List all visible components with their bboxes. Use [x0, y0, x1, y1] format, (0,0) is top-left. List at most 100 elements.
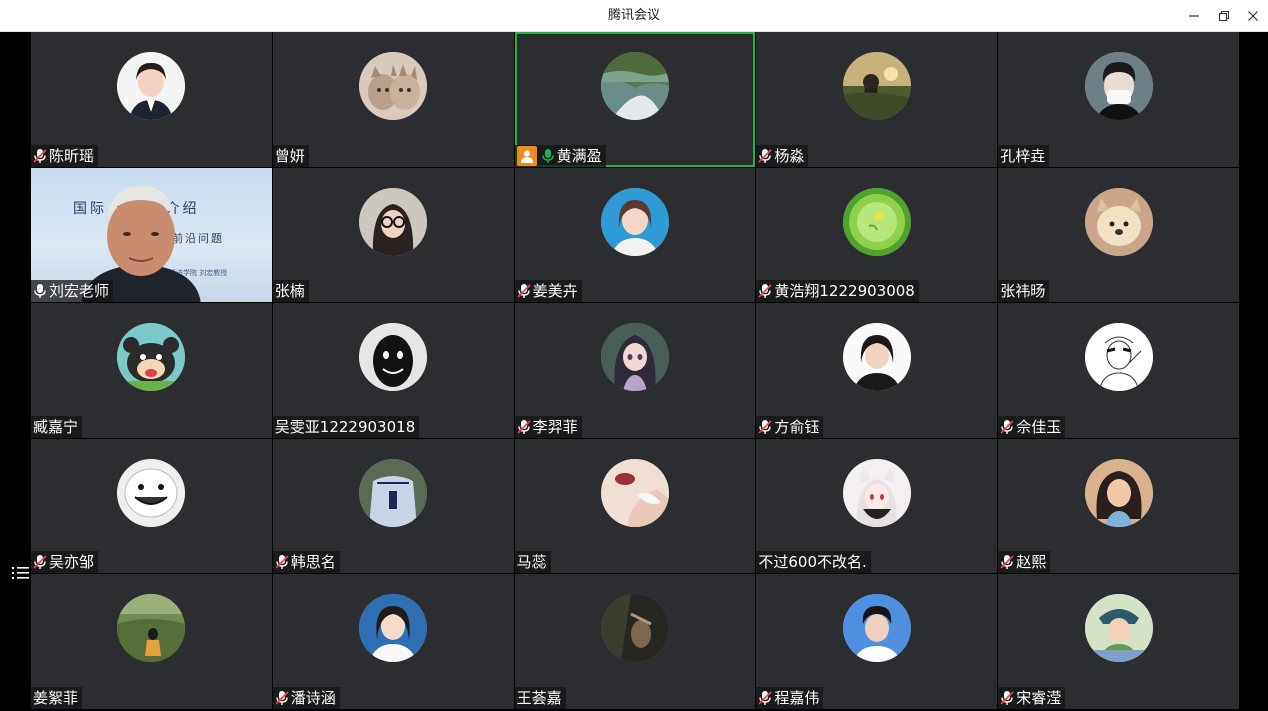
participant-name: 李羿菲 [532, 417, 578, 436]
avatar-image-icon [600, 458, 669, 527]
participant-avatar [117, 323, 186, 392]
avatar-image-icon [359, 323, 428, 392]
participant-avatar [359, 187, 428, 256]
participant-avatar [117, 52, 186, 120]
participant-grid: 陈昕瑶 曾妍 黄满盈 杨淼 孔梓垚国际 易专业介绍贸易前沿问题经济学院 刘宏教授刘宏老师… [31, 32, 1239, 709]
participant-avatar [842, 323, 911, 392]
mic-muted-icon [275, 555, 289, 570]
participant-avatar [600, 187, 669, 256]
list-menu-icon [12, 567, 29, 579]
participant-avatar [1084, 52, 1153, 120]
avatar-image-icon [842, 187, 911, 256]
participant-name: 方俞钰 [774, 417, 820, 436]
participant-avatar [600, 323, 669, 392]
participant-avatar [359, 594, 428, 663]
mic-muted-icon [275, 691, 289, 705]
participant-list-toggle[interactable] [10, 562, 32, 584]
participant-avatar [842, 594, 911, 663]
participant-nameplate: 潘诗涵 [272, 687, 340, 709]
mic-muted-icon [1000, 691, 1014, 705]
avatar-image-icon [1084, 594, 1153, 663]
participant-nameplate: 臧嘉宁 [31, 415, 83, 438]
participant-avatar [117, 458, 186, 527]
participant-tile[interactable]: 韩思名 [272, 438, 514, 574]
participant-tile[interactable]: 姜美卉 [514, 167, 756, 303]
restore-icon [1218, 10, 1230, 22]
participant-tile[interactable]: 马蕊 [514, 438, 756, 574]
avatar-image-icon [600, 52, 669, 120]
participant-tile[interactable]: 姜絮菲 [31, 574, 272, 709]
participant-tile[interactable]: 王荟嘉 [514, 574, 756, 709]
participant-tile[interactable]: 赵熙 [998, 438, 1239, 574]
participant-tile[interactable]: 程嘉伟 [756, 574, 998, 709]
minimize-button[interactable] [1180, 4, 1208, 28]
host-badge [516, 145, 537, 166]
participant-name: 不过600不改名. [758, 553, 867, 572]
participant-tile[interactable]: 曾妍 [272, 32, 514, 167]
participant-name: 刘宏老师 [49, 282, 110, 301]
restore-button[interactable] [1210, 4, 1238, 28]
participant-tile[interactable]: 不过600不改名. [756, 438, 998, 574]
participant-name: 王荟嘉 [516, 689, 562, 707]
mic-muted-icon [33, 148, 47, 163]
mic-muted-icon [758, 419, 773, 434]
mic-on-icon [34, 284, 46, 299]
participant-name: 臧嘉宁 [33, 417, 79, 436]
participant-nameplate: 姜美卉 [514, 280, 582, 303]
mic-muted-icon [758, 691, 773, 705]
participant-name: 韩思名 [290, 553, 336, 572]
participant-tile[interactable]: 黄满盈 [514, 32, 756, 167]
participant-tile[interactable]: 吴雯亚1222903018 [272, 303, 514, 438]
participant-avatar [359, 323, 428, 392]
avatar-image-icon [359, 52, 428, 120]
participant-avatar [1084, 323, 1153, 392]
participant-tile[interactable]: 张楠 [272, 167, 514, 303]
participant-nameplate: 佘佳玉 [998, 415, 1066, 438]
avatar-image-icon [600, 323, 669, 392]
participant-nameplate: 马蕊 [514, 551, 551, 574]
participant-nameplate: 宋睿滢 [998, 687, 1066, 709]
title-bar: 腾讯会议 [0, 0, 1268, 32]
host-person-icon [520, 150, 533, 163]
participant-name: 姜絮菲 [33, 689, 79, 707]
mic-on-icon [541, 148, 554, 163]
participant-tile[interactable]: 潘诗涵 [272, 574, 514, 709]
participant-avatar [117, 594, 186, 663]
participant-tile[interactable]: 陈昕瑶 [31, 32, 272, 167]
participant-nameplate: 方俞钰 [756, 415, 824, 438]
participant-name: 陈昕瑶 [49, 146, 95, 165]
mic-muted-icon [758, 284, 773, 299]
participant-tile[interactable]: 宋睿滢 [998, 574, 1239, 709]
participant-avatar [600, 594, 669, 663]
participant-nameplate: 吴雯亚1222903018 [272, 415, 420, 438]
participant-name: 曾妍 [274, 146, 305, 165]
participant-tile[interactable]: 孔梓垚 [998, 32, 1239, 167]
avatar-image-icon [842, 594, 911, 663]
avatar-image-icon [842, 458, 911, 527]
participant-tile[interactable]: 臧嘉宁 [31, 303, 272, 438]
participant-nameplate: 孔梓垚 [998, 144, 1050, 167]
participant-nameplate: 韩思名 [272, 551, 340, 574]
participant-tile[interactable]: 国际 易专业介绍贸易前沿问题经济学院 刘宏教授刘宏老师 [31, 167, 272, 303]
avatar-image-icon [1084, 187, 1153, 256]
participant-nameplate: 黄满盈 [514, 144, 606, 167]
participant-name: 马蕊 [516, 553, 547, 572]
participant-tile[interactable]: 李羿菲 [514, 303, 756, 438]
participant-tile[interactable]: 方俞钰 [756, 303, 998, 438]
participant-tile[interactable]: 黄浩翔1222903008 [756, 167, 998, 303]
participant-name: 吴雯亚1222903018 [274, 417, 416, 436]
participant-tile[interactable]: 张祎旸 [998, 167, 1239, 303]
participant-tile[interactable]: 佘佳玉 [998, 303, 1239, 438]
participant-tile[interactable]: 杨淼 [756, 32, 998, 167]
participant-nameplate: 姜絮菲 [31, 687, 83, 709]
participant-avatar [842, 187, 911, 256]
participant-tile[interactable]: 吴亦邹 [31, 438, 272, 574]
participant-avatar [842, 52, 911, 120]
participant-nameplate: 张祎旸 [998, 280, 1050, 303]
avatar-image-icon [117, 323, 186, 392]
mic-muted-icon [1000, 419, 1014, 434]
participant-name: 赵熙 [1016, 553, 1047, 572]
avatar-image-icon [842, 323, 911, 392]
close-button[interactable] [1239, 4, 1267, 28]
avatar-image-icon [117, 594, 186, 663]
